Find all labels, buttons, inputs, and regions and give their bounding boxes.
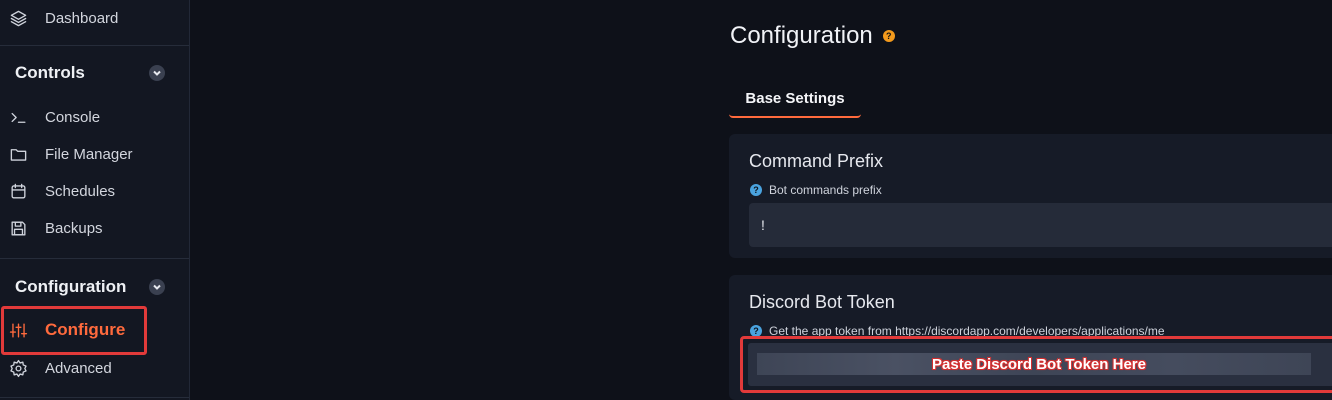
sidebar-item-file-manager[interactable]: File Manager bbox=[0, 137, 189, 171]
layers-icon bbox=[8, 8, 28, 28]
tab-base-settings[interactable]: Base Settings bbox=[729, 80, 861, 118]
section-controls[interactable]: Controls bbox=[15, 59, 175, 87]
sidebar-item-label: Backups bbox=[45, 219, 103, 237]
annotation-highlight-configure bbox=[1, 306, 147, 355]
terminal-icon bbox=[8, 107, 28, 127]
field-title: Discord Bot Token bbox=[749, 292, 895, 312]
hint-text: Bot commands prefix bbox=[769, 183, 882, 197]
section-title: Controls bbox=[15, 63, 85, 82]
sidebar-item-backups[interactable]: Backups bbox=[0, 211, 189, 245]
sidebar-item-label: Console bbox=[45, 108, 101, 126]
sidebar-item-schedules[interactable]: Schedules bbox=[0, 174, 189, 208]
sidebar-item-label: Dashboard bbox=[45, 9, 119, 27]
help-icon[interactable]: ? bbox=[882, 30, 895, 42]
divider bbox=[0, 397, 189, 398]
folder-icon bbox=[8, 144, 28, 164]
section-configuration[interactable]: Configuration bbox=[15, 273, 175, 301]
app: Dashboard Controls Console File Manager bbox=[0, 0, 1332, 400]
page-title: Configuration ? bbox=[730, 22, 895, 50]
page-title-text: Configuration bbox=[730, 22, 873, 49]
sidebar-item-dashboard[interactable]: Dashboard bbox=[0, 1, 189, 35]
command-prefix-input[interactable]: ! bbox=[749, 203, 1332, 247]
divider bbox=[0, 258, 189, 259]
section-title: Configuration bbox=[15, 277, 127, 296]
sidebar-item-label: Advanced bbox=[45, 359, 112, 377]
sidebar-item-advanced[interactable]: Advanced bbox=[0, 351, 189, 385]
chevron-down-icon[interactable] bbox=[149, 65, 165, 81]
command-prefix-card: Command Prefix ? Bot commands prefix ! bbox=[729, 134, 1332, 258]
question-icon: ? bbox=[750, 184, 762, 196]
sidebar-item-label: File Manager bbox=[45, 145, 133, 163]
field-hint: ? Bot commands prefix bbox=[750, 183, 882, 197]
save-icon bbox=[8, 218, 28, 238]
chevron-down-icon[interactable] bbox=[149, 279, 165, 295]
field-title: Command Prefix bbox=[749, 151, 884, 171]
annotation-highlight-token bbox=[740, 336, 1332, 393]
divider bbox=[0, 45, 189, 46]
sidebar-item-label: Schedules bbox=[45, 182, 116, 200]
gear-icon bbox=[8, 358, 28, 378]
sidebar-item-console[interactable]: Console bbox=[0, 100, 189, 134]
calendar-icon bbox=[8, 181, 28, 201]
